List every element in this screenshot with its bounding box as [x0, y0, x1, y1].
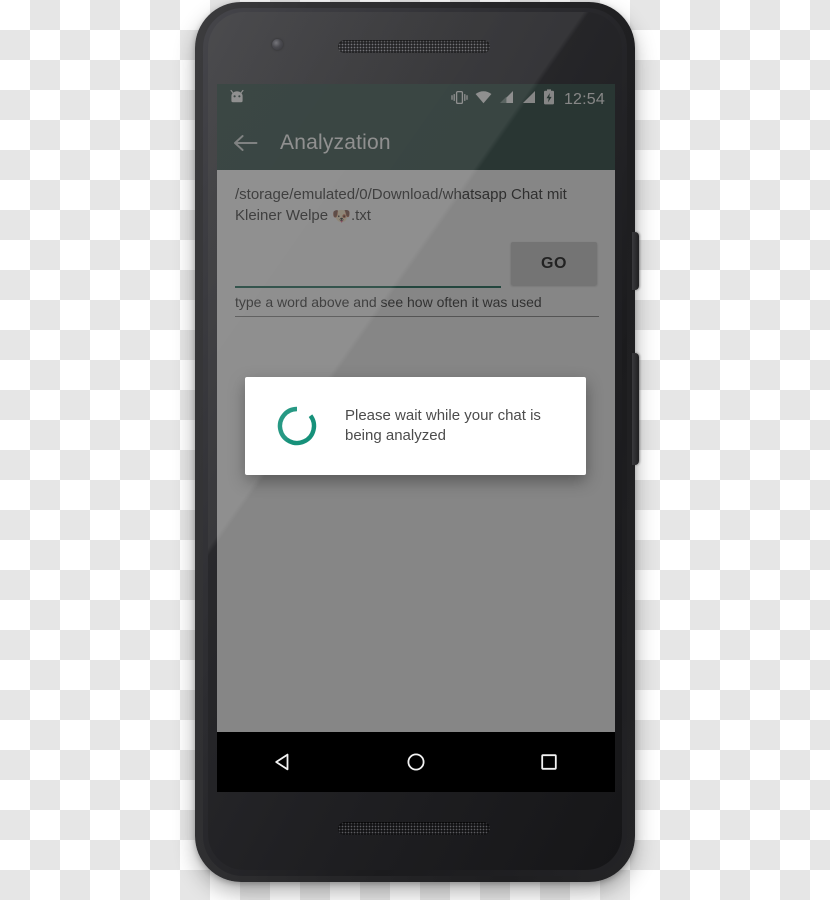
- power-button[interactable]: [632, 232, 639, 290]
- screenshot-stage: 12:54 Analyzation /storage/emulated/0/Do…: [0, 0, 830, 900]
- loading-spinner-icon: [275, 404, 319, 448]
- front-camera-icon: [272, 39, 283, 50]
- volume-rocker-button[interactable]: [632, 353, 639, 465]
- bottom-speaker-icon: [338, 822, 490, 835]
- phone-screen: 12:54 Analyzation /storage/emulated/0/Do…: [217, 84, 615, 792]
- nav-recents-icon[interactable]: [522, 739, 576, 785]
- android-nav-bar: [217, 732, 615, 792]
- nav-home-icon[interactable]: [389, 739, 443, 785]
- progress-dialog: Please wait while your chat is being ana…: [245, 377, 586, 475]
- progress-dialog-message: Please wait while your chat is being ana…: [345, 407, 541, 444]
- nav-back-icon[interactable]: [256, 739, 310, 785]
- earpiece-speaker-icon: [338, 40, 490, 53]
